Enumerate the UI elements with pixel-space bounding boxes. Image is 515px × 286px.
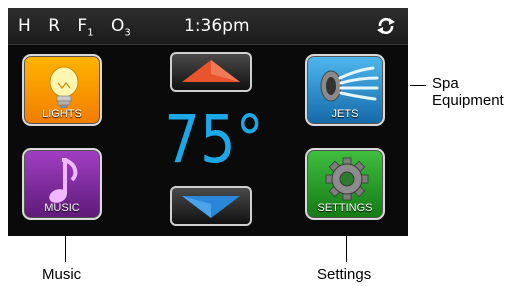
recirc-indicator: R bbox=[48, 16, 61, 36]
spa-equipment-callout-line1: Spa bbox=[432, 75, 459, 92]
up-arrow-icon bbox=[182, 60, 240, 82]
lights-button[interactable]: LIGHTS bbox=[22, 54, 102, 126]
spa-equipment-callout-line bbox=[410, 85, 426, 86]
settings-button[interactable]: SETTINGS bbox=[305, 148, 385, 220]
spa-equipment-callout: Spa Equipment bbox=[432, 75, 504, 109]
music-callout-line bbox=[65, 232, 66, 262]
temperature-display: 75° bbox=[164, 101, 264, 178]
ozone-indicator: O3 bbox=[110, 16, 131, 39]
clock: 1:36pm bbox=[184, 16, 250, 36]
music-callout: Music bbox=[42, 266, 82, 283]
music-button[interactable]: MUSIC bbox=[22, 148, 102, 220]
down-arrow-icon bbox=[182, 196, 240, 218]
lights-label: LIGHTS bbox=[42, 108, 82, 120]
control-panel-screen: H R F1 O3 1:36pm LIGHTS MUSIC 75° JETS S… bbox=[8, 8, 408, 236]
settings-label: SETTINGS bbox=[317, 202, 373, 214]
jets-button[interactable]: JETS bbox=[305, 54, 385, 126]
jets-label: JETS bbox=[331, 108, 359, 120]
filter-indicator: F1 bbox=[77, 16, 94, 39]
settings-callout: Settings bbox=[317, 266, 372, 283]
settings-callout-line bbox=[346, 232, 347, 262]
temp-down-button[interactable] bbox=[170, 186, 252, 226]
spa-equipment-callout-line2: Equipment bbox=[432, 92, 504, 109]
temp-up-button[interactable] bbox=[170, 52, 252, 92]
heater-indicator: H bbox=[18, 16, 31, 36]
sync-icon[interactable] bbox=[376, 17, 396, 35]
status-indicators: H R F1 O3 bbox=[18, 16, 143, 38]
music-label: MUSIC bbox=[44, 202, 80, 214]
status-bar: H R F1 O3 1:36pm bbox=[8, 8, 408, 45]
